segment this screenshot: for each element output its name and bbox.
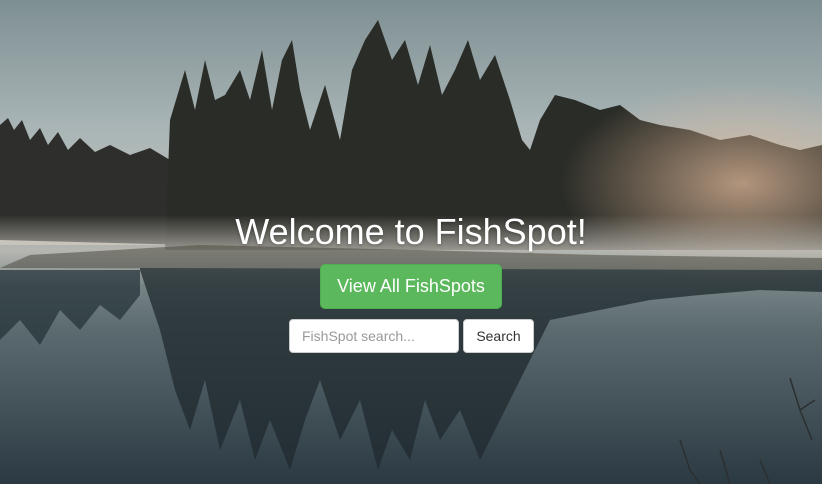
hero-content: Welcome to FishSpot! View All FishSpots … [0, 0, 822, 484]
hero-section: Welcome to FishSpot! View All FishSpots … [0, 0, 822, 484]
search-button[interactable]: Search [463, 319, 534, 353]
view-all-fishspots-button[interactable]: View All FishSpots [320, 264, 502, 309]
search-input[interactable] [289, 319, 459, 353]
page-title: Welcome to FishSpot! [235, 211, 587, 252]
